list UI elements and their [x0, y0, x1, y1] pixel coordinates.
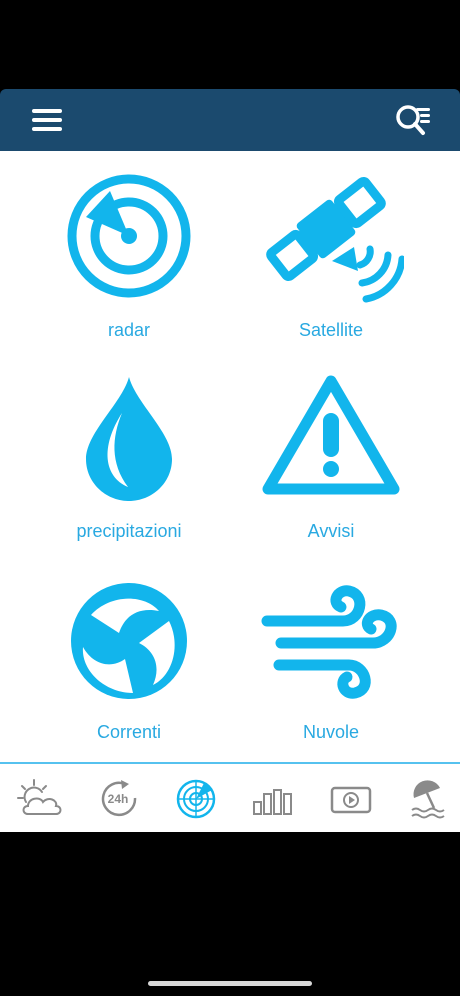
- tile-radar[interactable]: radar: [29, 173, 229, 373]
- beach-umbrella-icon: [411, 780, 445, 819]
- wind-icon: [261, 585, 397, 699]
- partly-cloudy-icon: [17, 779, 62, 815]
- video-play-icon: [330, 786, 372, 814]
- app-header: [0, 89, 460, 151]
- tile-precipitazioni[interactable]: precipitazioni: [29, 373, 229, 573]
- bar-chart-icon: [253, 789, 292, 815]
- bottom-tab-bar: 24h: [0, 762, 460, 832]
- tab-radar[interactable]: [174, 776, 222, 822]
- 24h-forecast-icon: 24h: [101, 780, 137, 817]
- radar-icon: [176, 779, 216, 819]
- satellite-icon: [266, 176, 404, 303]
- radar-icon: [67, 174, 191, 298]
- water-drop-icon: [86, 377, 172, 501]
- tile-label: Nuvole: [302, 722, 360, 742]
- tile-nuvole[interactable]: Nuvole: [231, 581, 431, 781]
- tile-correnti[interactable]: Correnti: [29, 581, 229, 781]
- tile-satellite[interactable]: Satellite: [231, 167, 431, 367]
- home-indicator: [148, 981, 312, 986]
- tab-beach[interactable]: [406, 776, 454, 822]
- tile-label: precipitazioni: [76, 521, 182, 541]
- currents-swirl-icon: [71, 583, 187, 699]
- hamburger-menu-icon: [32, 109, 62, 131]
- tile-label: radar: [107, 320, 151, 340]
- search-list-icon: [396, 105, 430, 135]
- tab-charts[interactable]: [250, 776, 298, 822]
- warning-triangle-icon: [262, 375, 400, 495]
- tab-24h[interactable]: 24h: [95, 776, 143, 822]
- 24h-text: 24h: [108, 792, 129, 806]
- tab-video[interactable]: [328, 776, 376, 822]
- tile-avvisi[interactable]: Avvisi: [231, 373, 431, 573]
- tile-label: Satellite: [298, 320, 364, 340]
- menu-button[interactable]: [28, 105, 66, 135]
- tab-forecast[interactable]: [16, 776, 64, 822]
- tile-label: Avvisi: [307, 521, 355, 541]
- main-grid: radar Satellite precipitazioni Avvisi Co…: [0, 151, 460, 762]
- tile-label: Correnti: [96, 722, 162, 742]
- search-button[interactable]: [394, 101, 436, 139]
